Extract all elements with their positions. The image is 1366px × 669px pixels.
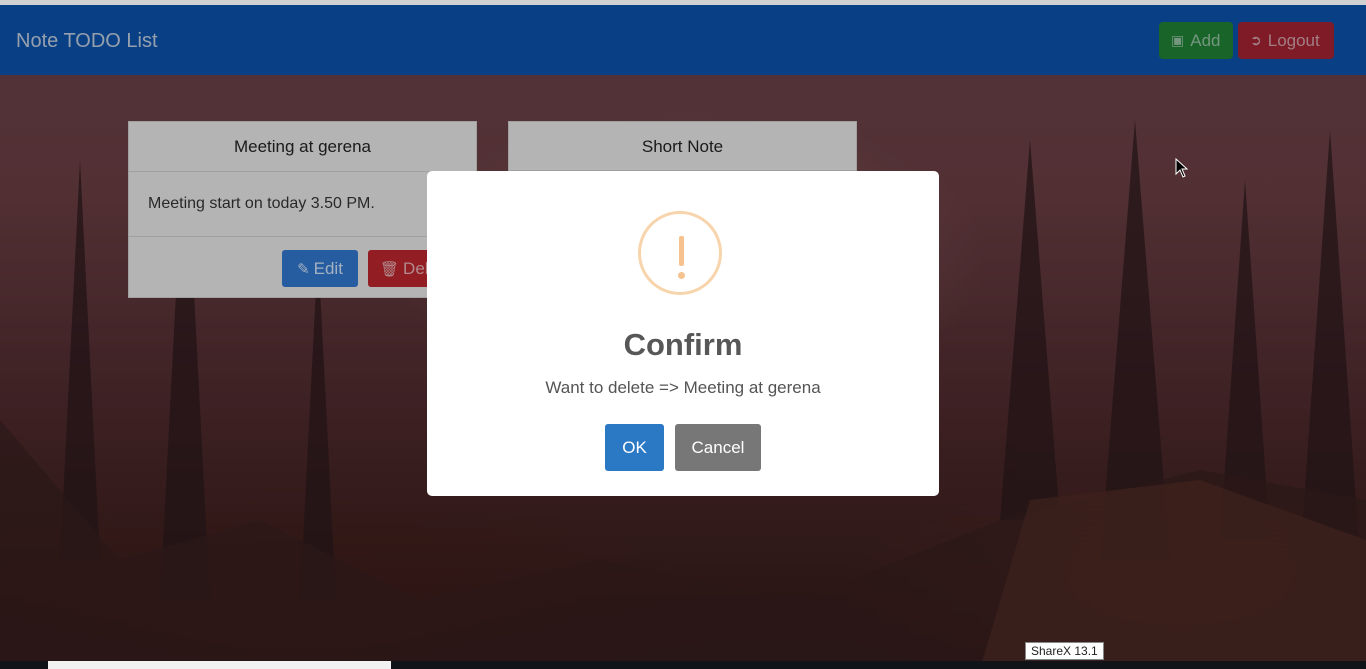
taskbar bbox=[0, 661, 1366, 669]
cancel-button[interactable]: Cancel bbox=[675, 424, 761, 471]
warning-icon bbox=[638, 211, 722, 295]
sharex-tooltip: ShareX 13.1 bbox=[1025, 642, 1104, 660]
warning-icon-bar bbox=[679, 236, 684, 266]
ok-button[interactable]: OK bbox=[605, 424, 664, 471]
taskbar-search-box[interactable] bbox=[48, 661, 391, 669]
mouse-cursor-icon bbox=[1175, 158, 1189, 178]
confirm-dialog: Confirm Want to delete => Meeting at ger… bbox=[427, 171, 939, 496]
warning-icon-dot bbox=[678, 272, 685, 279]
dialog-message: Want to delete => Meeting at gerena bbox=[545, 378, 821, 397]
dialog-title: Confirm bbox=[623, 327, 743, 362]
